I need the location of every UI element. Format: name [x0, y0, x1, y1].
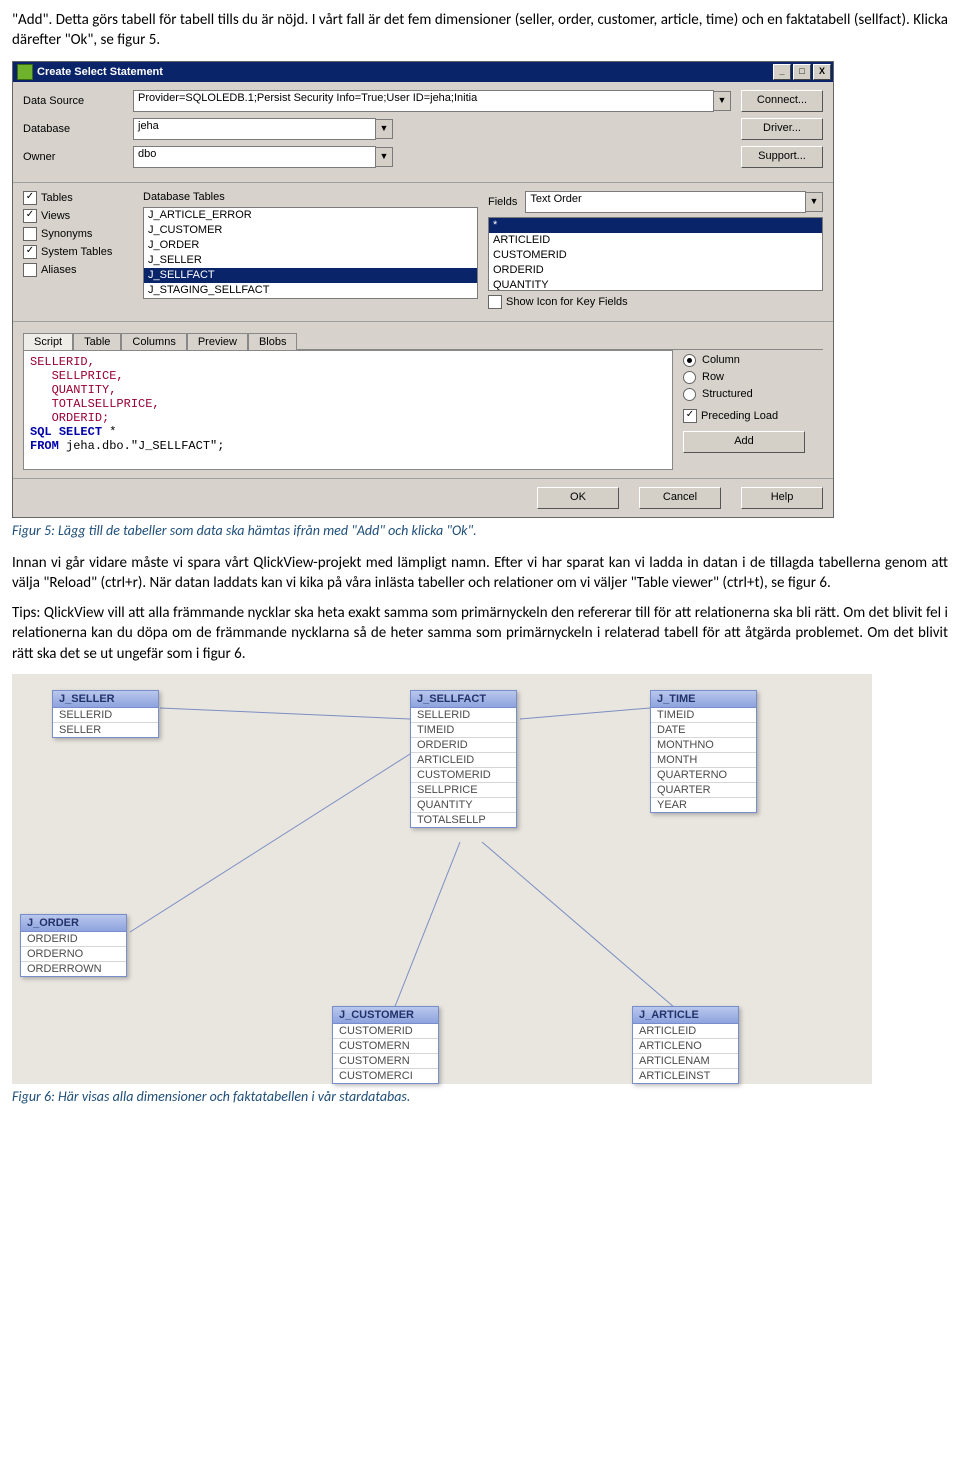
list-item[interactable]: J_CUSTOMER — [144, 223, 477, 238]
list-item[interactable]: J_STAGING_SELLFACT — [144, 283, 477, 298]
tab-table[interactable]: Table — [73, 333, 121, 350]
datasource-field[interactable]: Provider=SQLOLEDB.1;Persist Security Inf… — [133, 90, 714, 112]
table-order[interactable]: J_ORDER ORDERID ORDERNO ORDERROWN — [20, 914, 127, 977]
list-item[interactable]: * — [489, 218, 822, 233]
owner-label: Owner — [23, 151, 133, 163]
tab-script[interactable]: Script — [23, 333, 73, 350]
dialog-title: Create Select Statement — [37, 66, 163, 78]
fields-listbox[interactable]: * ARTICLEID CUSTOMERID ORDERID QUANTITY — [488, 217, 823, 291]
ok-button[interactable]: OK — [537, 487, 619, 509]
paragraph-1: "Add". Detta görs tabell för tabell till… — [12, 10, 948, 51]
add-button[interactable]: Add — [683, 431, 805, 453]
check-views[interactable]: ✓Views — [23, 209, 133, 223]
tables-listbox[interactable]: J_ARTICLE_ERROR J_CUSTOMER J_ORDER J_SEL… — [143, 207, 478, 299]
figure5-caption: Figur 5: Lägg till de tabeller som data … — [12, 522, 948, 539]
app-icon — [17, 64, 33, 80]
fields-label: Fields — [488, 196, 517, 208]
connect-button[interactable]: Connect... — [741, 90, 823, 112]
table-seller[interactable]: J_SELLER SELLERID SELLER — [52, 690, 159, 738]
table-customer[interactable]: J_CUSTOMER CUSTOMERID CUSTOMERN CUSTOMER… — [332, 1006, 439, 1084]
table-time[interactable]: J_TIME TIMEID DATE MONTHNO MONTH QUARTER… — [650, 690, 757, 813]
list-item[interactable]: J_SELLER — [144, 253, 477, 268]
radio-structured[interactable]: Structured — [683, 388, 823, 401]
driver-button[interactable]: Driver... — [741, 118, 823, 140]
script-textarea[interactable]: SELLERID, SELLPRICE, QUANTITY, TOTALSELL… — [23, 350, 673, 470]
chevron-down-icon[interactable]: ▼ — [376, 147, 393, 167]
database-label: Database — [23, 123, 133, 135]
dialog-titlebar: Create Select Statement _ □ X — [13, 62, 833, 82]
tabstrip: Script Table Columns Preview Blobs — [23, 332, 823, 350]
radio-column[interactable]: Column — [683, 354, 823, 367]
owner-field[interactable]: dbo — [133, 146, 376, 168]
check-synonyms[interactable]: Synonyms — [23, 227, 133, 241]
list-item[interactable]: ORDERID — [489, 263, 822, 278]
maximize-icon[interactable]: □ — [793, 64, 811, 80]
datasource-label: Data Source — [23, 95, 133, 107]
create-select-dialog: Create Select Statement _ □ X Data Sourc… — [12, 61, 834, 518]
table-viewer-diagram: J_SELLER SELLERID SELLER J_SELLFACT SELL… — [12, 674, 872, 1084]
check-show-icon[interactable]: Show Icon for Key Fields — [488, 295, 823, 309]
list-item[interactable]: I_TIME — [144, 298, 477, 299]
check-system-tables[interactable]: ✓System Tables — [23, 245, 133, 259]
table-sellfact[interactable]: J_SELLFACT SELLERID TIMEID ORDERID ARTIC… — [410, 690, 517, 828]
chevron-down-icon[interactable]: ▼ — [714, 91, 731, 111]
list-item[interactable]: QUANTITY — [489, 278, 822, 291]
paragraph-3: Tips: QlickView vill att alla främmande … — [12, 603, 948, 664]
radio-row[interactable]: Row — [683, 371, 823, 384]
list-item[interactable]: J_ORDER — [144, 238, 477, 253]
figure6-caption: Figur 6: Här visas alla dimensioner och … — [12, 1088, 948, 1105]
check-aliases[interactable]: Aliases — [23, 263, 133, 277]
list-item[interactable]: J_SELLFACT — [144, 268, 477, 283]
tab-blobs[interactable]: Blobs — [248, 333, 298, 350]
list-item[interactable]: ARTICLEID — [489, 233, 822, 248]
paragraph-2: Innan vi går vidare måste vi spara vårt … — [12, 553, 948, 594]
tab-preview[interactable]: Preview — [187, 333, 248, 350]
fields-order-combo[interactable]: Text Order — [525, 191, 806, 213]
dbtables-label: Database Tables — [143, 191, 478, 203]
support-button[interactable]: Support... — [741, 146, 823, 168]
table-article[interactable]: J_ARTICLE ARTICLEID ARTICLENO ARTICLENAM… — [632, 1006, 739, 1084]
tab-columns[interactable]: Columns — [121, 333, 186, 350]
list-item[interactable]: J_ARTICLE_ERROR — [144, 208, 477, 223]
check-tables[interactable]: ✓Tables — [23, 191, 133, 205]
list-item[interactable]: CUSTOMERID — [489, 248, 822, 263]
minimize-icon[interactable]: _ — [773, 64, 791, 80]
chevron-down-icon[interactable]: ▼ — [806, 192, 823, 212]
database-field[interactable]: jeha — [133, 118, 376, 140]
chevron-down-icon[interactable]: ▼ — [376, 119, 393, 139]
help-button[interactable]: Help — [741, 487, 823, 509]
cancel-button[interactable]: Cancel — [639, 487, 721, 509]
close-icon[interactable]: X — [813, 64, 831, 80]
check-preceding-load[interactable]: ✓Preceding Load — [683, 409, 823, 423]
